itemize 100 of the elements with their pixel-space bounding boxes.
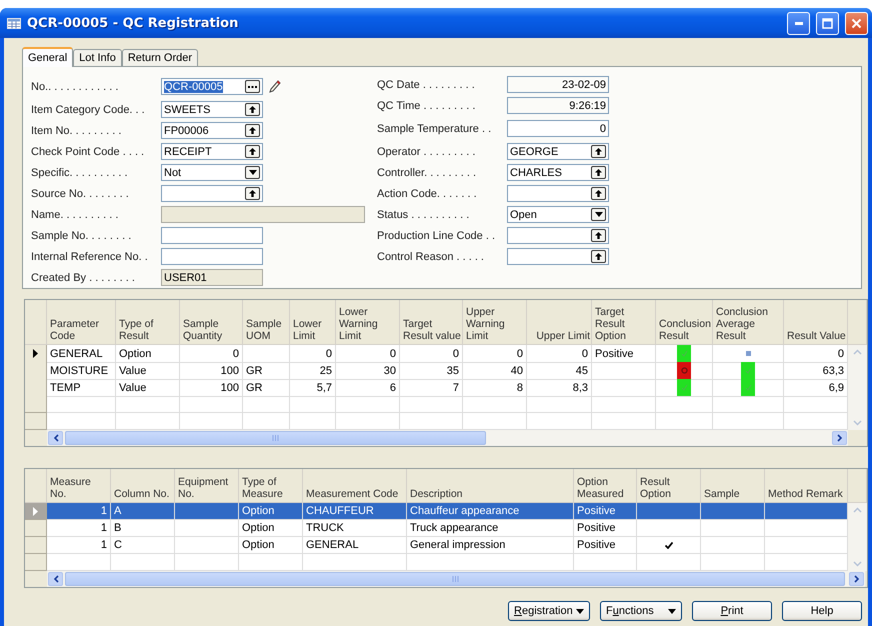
- column-header[interactable]: Lower Warning Limit: [336, 300, 400, 345]
- input-field[interactable]: 23-02-09: [507, 76, 609, 93]
- column-header[interactable]: Result Value: [784, 300, 848, 345]
- input-field[interactable]: [161, 248, 263, 265]
- table-cell: 1: [47, 537, 111, 554]
- tab[interactable]: Lot Info: [73, 49, 122, 66]
- column-header[interactable]: Parameter Code: [47, 300, 116, 345]
- row-selector[interactable]: [25, 345, 47, 363]
- field-label: QC Date . . . . . . . . .: [377, 78, 476, 90]
- close-button[interactable]: [845, 12, 868, 34]
- table-cell: [463, 396, 527, 413]
- chevron-right-icon: [836, 434, 842, 442]
- table-cell: 0: [463, 345, 527, 363]
- caret-icon: [668, 608, 676, 614]
- pencil-icon[interactable]: [269, 80, 281, 93]
- scroll-thumb[interactable]: [65, 431, 486, 445]
- field-label: Internal Reference No. .: [31, 250, 149, 262]
- input-field[interactable]: 0: [507, 120, 609, 137]
- lookup-button[interactable]: [245, 145, 260, 158]
- action-button[interactable]: Registration: [508, 601, 590, 621]
- table-cell: [180, 396, 243, 413]
- lookup-button[interactable]: [591, 166, 606, 179]
- lookup-button[interactable]: [591, 187, 606, 200]
- input-field[interactable]: USER01: [161, 269, 263, 286]
- scroll-left-button[interactable]: [48, 572, 63, 586]
- lookup-button[interactable]: [591, 145, 606, 158]
- scroll-left-button[interactable]: [48, 431, 63, 445]
- table-cell: Positive: [574, 537, 637, 554]
- table-cell: [701, 520, 765, 537]
- scroll-right-button[interactable]: [832, 431, 847, 445]
- table-cell: TEMP: [47, 379, 116, 397]
- lookup-button[interactable]: [591, 250, 606, 263]
- field-label: Control Reason . . . . .: [377, 250, 485, 262]
- action-button[interactable]: Functions: [600, 601, 682, 621]
- dropdown-button[interactable]: [245, 166, 260, 179]
- input-field[interactable]: [161, 185, 263, 202]
- assist-button[interactable]: [245, 80, 260, 93]
- chevron-right-icon: [854, 575, 860, 583]
- column-header[interactable]: Sample Quantity: [180, 300, 243, 345]
- lookup-button[interactable]: [591, 229, 606, 242]
- table-cell: 8: [463, 379, 527, 397]
- input-field[interactable]: [507, 227, 609, 244]
- dropdown-button[interactable]: [591, 208, 606, 221]
- lookup-button[interactable]: [245, 187, 260, 200]
- input-field[interactable]: CHARLES: [507, 164, 609, 181]
- lookup-arrow-icon: [595, 190, 602, 197]
- table-cell: 5,7: [290, 379, 336, 397]
- input-field[interactable]: FP00006: [161, 122, 263, 139]
- input-field[interactable]: RECEIPT: [161, 143, 263, 160]
- field-label: Source No. . . . . . . .: [31, 188, 130, 200]
- minimize-button[interactable]: [787, 12, 810, 34]
- action-button[interactable]: Help: [782, 601, 862, 621]
- column-header[interactable]: Target Result Option: [592, 300, 656, 345]
- lookup-arrow-icon: [595, 169, 602, 176]
- input-field[interactable]: [161, 227, 263, 244]
- table-cell: Positive: [592, 345, 656, 363]
- field-label: Sample Temperature . .: [377, 122, 492, 134]
- tab[interactable]: Return Order: [122, 49, 198, 66]
- scroll-thumb[interactable]: [65, 572, 845, 586]
- input-field[interactable]: 9:26:19: [507, 97, 609, 114]
- field-label: Production Line Code . .: [377, 230, 496, 242]
- input-field[interactable]: Not: [161, 164, 263, 181]
- column-header[interactable]: Sample UOM: [243, 300, 290, 345]
- table-cell: MOISTURE: [47, 362, 116, 380]
- lookup-button[interactable]: [245, 103, 260, 116]
- grip-icon: [272, 435, 279, 441]
- tab[interactable]: General: [22, 47, 74, 67]
- horizontal-scrollbar[interactable]: [25, 430, 867, 446]
- column-header[interactable]: Upper Warning Limit: [463, 300, 527, 345]
- table-cell: 45: [527, 362, 592, 380]
- input-field[interactable]: [507, 248, 609, 265]
- action-button[interactable]: Print: [692, 601, 772, 621]
- table-cell: 6: [336, 379, 400, 397]
- table-cell: Value: [116, 362, 180, 380]
- column-header[interactable]: Type of Result: [116, 300, 180, 345]
- input-field[interactable]: QCR-00005: [161, 78, 263, 95]
- table-cell: TRUCK: [303, 520, 407, 537]
- input-field[interactable]: Open: [507, 206, 609, 223]
- input-field[interactable]: GEORGE: [507, 143, 609, 160]
- lookup-arrow-icon: [595, 253, 602, 260]
- maximize-button[interactable]: [816, 12, 839, 34]
- table-cell: GR: [243, 362, 290, 380]
- field-label: Action Code. . . . . . .: [377, 188, 478, 200]
- current-row-icon: [33, 349, 38, 358]
- lookup-arrow-icon: [595, 148, 602, 155]
- column-header[interactable]: Upper Limit: [527, 300, 592, 345]
- column-header[interactable]: Conclusion Average Result: [713, 300, 784, 345]
- table-cell: 1: [47, 503, 111, 520]
- field-label: No.. . . . . . . . . . . .: [31, 80, 120, 92]
- horizontal-scrollbar[interactable]: [25, 571, 867, 587]
- scroll-right-button[interactable]: [849, 572, 864, 586]
- maximize-icon: [822, 18, 833, 28]
- column-header[interactable]: Target Result value: [400, 300, 463, 345]
- input-field[interactable]: SWEETS: [161, 101, 263, 118]
- input-field[interactable]: [161, 206, 365, 223]
- column-header[interactable]: Lower Limit: [290, 300, 336, 345]
- lookup-button[interactable]: [245, 124, 260, 137]
- selected-row[interactable]: 1 A Option CHAUFFEUR Chauffeur appearance Positive: [25, 503, 848, 520]
- input-field[interactable]: [507, 185, 609, 202]
- table-cell: 25: [290, 362, 336, 380]
